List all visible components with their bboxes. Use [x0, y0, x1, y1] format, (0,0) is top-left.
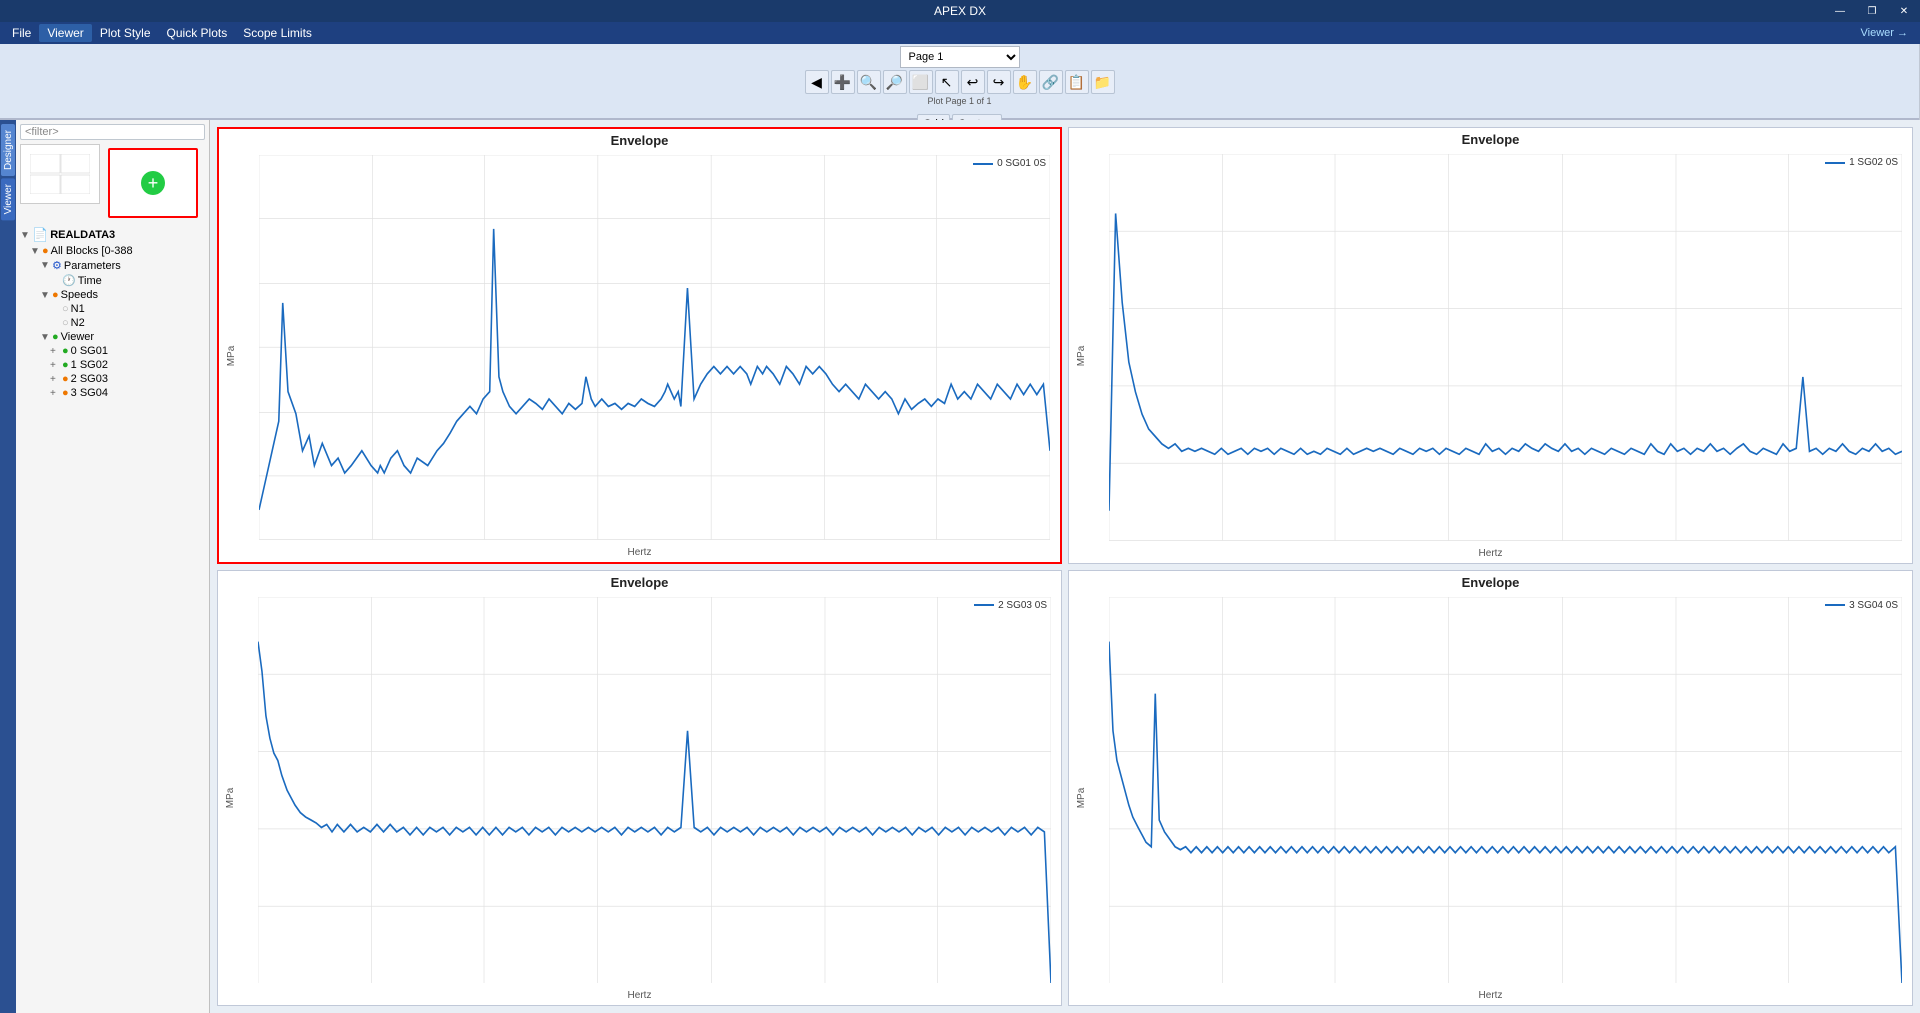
y-axis-label-3: MPa — [225, 788, 236, 809]
add-page-button[interactable]: ➕ — [831, 70, 855, 94]
tree-item-sg01[interactable]: + ● 0 SG01 — [20, 344, 205, 358]
tree-item-speeds[interactable]: ▼ ● Speeds — [20, 288, 205, 302]
zoom-fit-button[interactable]: ⬜ — [909, 70, 933, 94]
chart-container-2: 1 SG02 0S MPa Hertz — [1069, 149, 1912, 563]
chart-container-4: 3 SG04 0S MPa Hertz — [1069, 592, 1912, 1006]
chart-svg-4: 0 0.2 0.4 0.6 0.8 0 1,000 2,000 3,000 4,… — [1109, 597, 1902, 984]
tree-item-allblocks[interactable]: ▼ ● All Blocks [0-388 — [20, 244, 205, 258]
tree-item-sg02[interactable]: + ● 1 SG02 — [20, 358, 205, 372]
minimize-button[interactable]: — — [1824, 0, 1856, 22]
y-axis-label-4: MPa — [1076, 788, 1087, 809]
y-axis-label-1: MPa — [226, 345, 237, 366]
chart-legend-1: 0 SG01 0S — [973, 158, 1046, 169]
chart-legend-4: 3 SG04 0S — [1825, 600, 1898, 611]
chart-title-4: Envelope — [1069, 571, 1912, 592]
chart-container-1: 0 SG01 0S MPa Hertz — [219, 150, 1060, 562]
undo-button[interactable]: ↩ — [961, 70, 985, 94]
chart-title-1: Envelope — [219, 129, 1060, 150]
x-axis-label-3: Hertz — [628, 990, 652, 1001]
chart-svg-3: 0 0.1 0.2 0.3 0.4 0.5 0 1,000 2,000 3,00… — [258, 597, 1051, 984]
redo-button[interactable]: ↪ — [987, 70, 1011, 94]
close-button[interactable]: ✕ — [1888, 0, 1920, 22]
tree-item-n1[interactable]: ○ N1 — [20, 302, 205, 316]
left-panel: Designer Viewer <filter> + — [0, 120, 210, 1013]
chart-legend-2: 1 SG02 0S — [1825, 157, 1898, 168]
tree-item-time[interactable]: 🕐 Time — [20, 273, 205, 288]
zoom-in-button[interactable]: 🔍 — [857, 70, 881, 94]
menu-plot-style[interactable]: Plot Style — [92, 24, 159, 42]
chart-panel-2[interactable]: Envelope 1 SG02 0S MPa Hertz — [1068, 127, 1913, 564]
restore-button[interactable]: ❐ — [1856, 0, 1888, 22]
main-area: Designer Viewer <filter> + — [0, 120, 1920, 1013]
copy-button[interactable]: 📋 — [1065, 70, 1089, 94]
menu-scope-limits[interactable]: Scope Limits — [235, 24, 320, 42]
filter-box[interactable]: <filter> — [20, 124, 205, 140]
chart-panel-1[interactable]: Envelope 0 SG01 0S MPa Hertz — [217, 127, 1062, 564]
folder-button[interactable]: 📁 — [1091, 70, 1115, 94]
x-axis-label-2: Hertz — [1479, 548, 1503, 559]
menu-quick-plots[interactable]: Quick Plots — [159, 24, 236, 42]
page-selector[interactable]: Page 1 — [900, 46, 1020, 68]
chart-panel-3[interactable]: Envelope 2 SG03 0S MPa Hertz — [217, 570, 1062, 1007]
tree-item-sg03[interactable]: + ● 2 SG03 — [20, 372, 205, 386]
chart-legend-3: 2 SG03 0S — [974, 600, 1047, 611]
title-bar: APEX DX — ❐ ✕ — [0, 0, 1920, 22]
chart-area: Envelope 0 SG01 0S MPa Hertz — [210, 120, 1920, 1013]
zoom-out-button[interactable]: 🔎 — [883, 70, 907, 94]
chart-svg-2: 0 0.2 0.4 0.6 0.8 0 1,000 2,000 3,000 4,… — [1109, 154, 1902, 541]
designer-tab[interactable]: Designer — [1, 124, 15, 176]
viewer-tab[interactable]: Viewer — [1, 178, 15, 220]
chart-title-3: Envelope — [218, 571, 1061, 592]
y-axis-label-2: MPa — [1076, 345, 1087, 366]
menubar: File Viewer Plot Style Quick Plots Scope… — [0, 22, 1920, 44]
pan-button[interactable]: ✋ — [1013, 70, 1037, 94]
viewer-status-badge: Viewer → — [1861, 27, 1916, 39]
tree-item-n2[interactable]: ○ N2 — [20, 316, 205, 330]
tree-area: <filter> + ▼ 📄 — [16, 120, 209, 1013]
tree-item-realdata3[interactable]: ▼ 📄 REALDATA3 — [20, 226, 205, 244]
chart-panel-4[interactable]: Envelope 3 SG04 0S MPa Hertz — [1068, 570, 1913, 1007]
app-title: APEX DX — [934, 4, 986, 18]
chart-container-3: 2 SG03 0S MPa Hertz — [218, 592, 1061, 1006]
menu-viewer[interactable]: Viewer — [39, 24, 91, 42]
tree-item-parameters[interactable]: ▼ ⚙ Parameters — [20, 258, 205, 273]
menu-file[interactable]: File — [4, 24, 39, 42]
select-button[interactable]: ↖ — [935, 70, 959, 94]
plus-icon: + — [141, 171, 165, 195]
plot-page-label: Plot Page 1 of 1 — [927, 96, 991, 106]
x-axis-label-1: Hertz — [628, 547, 652, 558]
chart-svg-1: 0 0.2 0.4 0.6 0.8 1 1.2 0 1,000 2,000 3,… — [259, 155, 1050, 540]
page-thumb-1[interactable] — [20, 144, 100, 204]
x-axis-label-4: Hertz — [1479, 990, 1503, 1001]
tree-item-viewer[interactable]: ▼ ● Viewer — [20, 330, 205, 344]
new-page-button[interactable]: + — [108, 148, 198, 218]
back-button[interactable]: ◀ — [805, 70, 829, 94]
lock-button[interactable]: 🔗 — [1039, 70, 1063, 94]
chart-title-2: Envelope — [1069, 128, 1912, 149]
tree-item-sg04[interactable]: + ● 3 SG04 — [20, 386, 205, 400]
